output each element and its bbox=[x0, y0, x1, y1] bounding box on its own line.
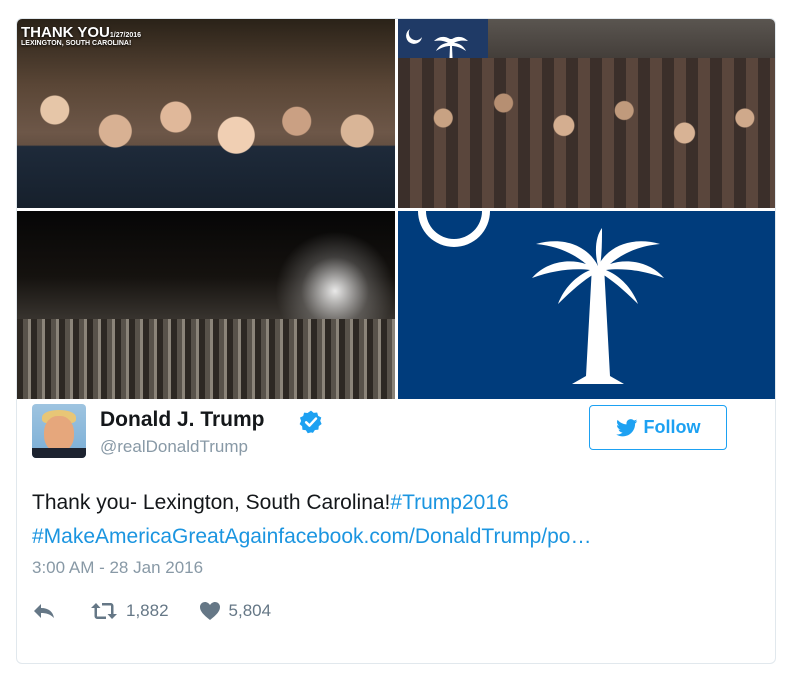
verified-badge-icon bbox=[299, 410, 322, 434]
tweet-timestamp[interactable]: 3:00 AM - 28 Jan 2016 bbox=[32, 558, 203, 578]
like-count: 5,804 bbox=[228, 601, 272, 620]
twitter-bird-icon bbox=[615, 418, 637, 436]
heart-icon bbox=[199, 602, 220, 620]
hashtag-makeamericagreatagain[interactable]: #MakeAmericaGreatAgain bbox=[32, 525, 278, 548]
tweet-text: Thank you- Lexington, South Carolina!#Tr… bbox=[32, 486, 732, 554]
tweet-body: Thank you- Lexington, South Carolina! bbox=[32, 491, 391, 514]
tweet-line-2: #MakeAmericaGreatAgainfacebook.com/Donal… bbox=[32, 520, 732, 554]
palmetto-tree-icon bbox=[532, 228, 664, 384]
retweet-count: 1,882 bbox=[126, 601, 169, 620]
facebook-link[interactable]: facebook.com/DonaldTrump/po… bbox=[278, 525, 591, 548]
photo-caption-date: 1/27/2016 bbox=[109, 32, 142, 39]
like-button[interactable]: 5,804 bbox=[199, 601, 272, 621]
retweet-button[interactable]: 1,882 bbox=[90, 601, 169, 621]
photo-crowd-outdoor[interactable] bbox=[17, 211, 395, 399]
reply-button[interactable] bbox=[32, 602, 56, 620]
photo-crowd-hall[interactable] bbox=[398, 19, 775, 208]
retweet-icon bbox=[91, 603, 117, 619]
user-display-name[interactable]: Donald J. Trump bbox=[100, 408, 265, 432]
tweet-line-1: Thank you- Lexington, South Carolina!#Tr… bbox=[32, 486, 732, 520]
avatar-face bbox=[44, 416, 74, 452]
follow-button[interactable]: Follow bbox=[589, 405, 727, 450]
tweet-actions: 1,882 5,804 bbox=[32, 600, 271, 622]
user-handle[interactable]: @realDonaldTrump bbox=[100, 437, 248, 457]
follow-button-label: Follow bbox=[643, 417, 701, 437]
photo-crowd-indoor[interactable]: THANK YOU1/27/2016 LEXINGTON, SOUTH CARO… bbox=[17, 19, 395, 208]
photo-caption-title: THANK YOU bbox=[21, 24, 110, 41]
crowd-image bbox=[17, 68, 395, 208]
hashtag-trump2016[interactable]: #Trump2016 bbox=[390, 491, 508, 514]
reply-icon bbox=[34, 604, 54, 618]
avatar[interactable] bbox=[32, 404, 86, 458]
avatar-suit bbox=[32, 448, 86, 458]
crescent-moon-icon bbox=[418, 211, 490, 247]
photo-caption-location: LEXINGTON, SOUTH CAROLINA! bbox=[21, 40, 132, 47]
photo-sc-flag[interactable] bbox=[398, 211, 775, 399]
photo-grid: THANK YOU1/27/2016 LEXINGTON, SOUTH CARO… bbox=[17, 19, 775, 399]
crowd-image bbox=[17, 319, 395, 399]
crowd-image bbox=[398, 58, 775, 208]
